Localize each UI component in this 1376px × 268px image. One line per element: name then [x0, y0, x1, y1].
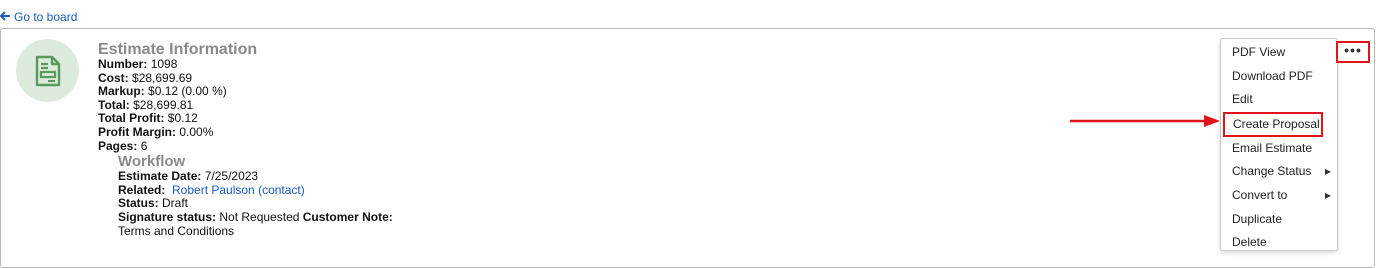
estimate-panel: Estimate Information Number: 1098 Cost: …: [0, 28, 1375, 268]
related-contact-link[interactable]: Robert Paulson (contact): [172, 183, 305, 197]
field-related: Related: Robert Paulson (contact): [118, 182, 305, 197]
field-estimate-date: Estimate Date: 7/25/2023: [118, 169, 259, 184]
go-to-board-label: Go to board: [14, 10, 78, 24]
menu-item-download-pdf[interactable]: Download PDF: [1221, 65, 1337, 89]
document-icon: [35, 55, 60, 86]
submenu-arrow-icon: ▶: [1324, 167, 1331, 177]
field-status: Status: Draft: [118, 196, 189, 211]
workflow-title: Workflow: [118, 153, 186, 171]
field-number: Number: 1098: [98, 57, 178, 71]
estimate-title: Estimate Information: [98, 41, 258, 58]
actions-dropdown-menu: PDF View Download PDF Edit Create Propos…: [1220, 38, 1338, 251]
more-dots-icon: •••: [1344, 42, 1362, 58]
menu-item-duplicate[interactable]: Duplicate: [1221, 208, 1337, 232]
estimate-info: Estimate Information Number: 1098 Cost: …: [98, 41, 393, 238]
field-pages: Pages: 6: [98, 138, 148, 153]
menu-item-pdf-view[interactable]: PDF View: [1221, 41, 1337, 65]
menu-item-email-estimate[interactable]: Email Estimate: [1221, 137, 1337, 161]
red-arrow-annotation: [1070, 115, 1220, 127]
field-cost: Cost: $28,699.69: [98, 70, 193, 85]
estimate-avatar: [16, 39, 79, 102]
field-signature-status: Signature status: Not Requested Customer…: [118, 209, 393, 224]
menu-item-convert-to[interactable]: Convert to ▶: [1221, 184, 1337, 208]
menu-item-edit[interactable]: Edit: [1221, 88, 1337, 112]
menu-item-change-status[interactable]: Change Status ▶: [1221, 160, 1337, 184]
field-markup: Markup: $0.12 (0.00 %): [98, 84, 227, 99]
field-profit-margin: Profit Margin: 0.00%: [98, 124, 214, 139]
menu-item-create-proposal[interactable]: Create Proposal: [1223, 111, 1323, 137]
terms-and-conditions: Terms and Conditions: [118, 223, 235, 238]
workflow-section: Workflow Estimate Date: 7/25/2023 Relate…: [118, 154, 393, 238]
arrow-left-icon: [0, 11, 11, 23]
menu-item-delete[interactable]: Delete: [1221, 231, 1337, 255]
field-total: Total: $28,699.81: [98, 97, 194, 112]
more-options-button[interactable]: •••: [1336, 41, 1370, 63]
submenu-arrow-icon: ▶: [1324, 190, 1331, 200]
go-to-board-link[interactable]: Go to board: [0, 10, 77, 24]
field-total-profit: Total Profit: $0.12: [98, 111, 198, 126]
